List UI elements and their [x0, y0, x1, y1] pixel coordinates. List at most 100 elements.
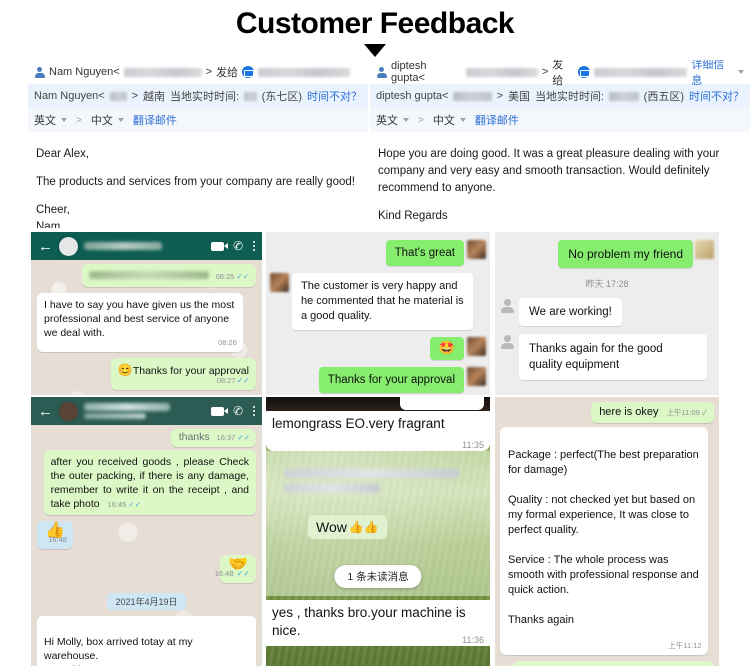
message-text: We are working! [529, 306, 612, 318]
lang-from-select[interactable]: 英文 [376, 112, 409, 128]
chat-screenshot-r1c1: ← ✆ 08:25 ✓✓ I have to say you have give… [31, 232, 262, 395]
message-text: Package : perfect(The best preparation f… [508, 449, 699, 626]
overflow-menu-icon[interactable] [252, 240, 255, 252]
email-details-label: 详细信息 [691, 60, 725, 87]
message-row: 08:25 ✓✓ [37, 264, 256, 293]
email-meta-row: Nam Nguyen< > 越南 当地实时时间: (东七区) 时间不对？ [28, 84, 368, 108]
email-details-toggle[interactable]: 详细信息 [691, 60, 744, 88]
message-text: Wow [316, 519, 347, 535]
message-text: thanks [178, 431, 210, 443]
email-meta-suffix: > [131, 90, 138, 102]
unread-messages-chip[interactable]: 1 条未读消息 [334, 565, 422, 588]
back-arrow-icon[interactable]: ← [38, 404, 53, 419]
email-meta-country: 美国 [508, 91, 531, 103]
smiley-emoji-icon: 😊 [117, 363, 133, 377]
phone-call-icon[interactable]: ✆ [233, 403, 245, 418]
chat-screenshot-r1c3: No problem my friend 昨天 17:28 We are wor… [495, 232, 719, 395]
header-actions: ✆ [211, 238, 255, 254]
mail-badge-icon [577, 66, 590, 78]
chat-screenshot-r2c3: here is okey 上午11:09 ✓ Package : perfect… [495, 397, 719, 666]
email-body-line: Kind Regards [378, 210, 448, 222]
avatar [467, 337, 486, 356]
lang-to-select[interactable]: 中文 [433, 112, 466, 128]
back-arrow-icon[interactable]: ← [38, 239, 53, 254]
email-timezone: (东七区) [261, 91, 302, 103]
chat-body: 08:25 ✓✓ I have to say you have given us… [31, 260, 262, 395]
message-text: Hi Molly, box arrived totay at my wareho… [44, 636, 193, 666]
chevron-down-icon [459, 118, 466, 122]
email-localtime-label: 当地实时时间: [535, 91, 605, 103]
message-text: I have to say you have given us the most… [44, 299, 235, 339]
chat-bubble: That's great [385, 240, 464, 266]
wrong-time-link[interactable]: 时间不对？ [689, 88, 744, 104]
email-body-line: Hope you are doing good. It was a great … [378, 148, 720, 194]
video-call-icon[interactable] [211, 406, 229, 416]
lang-arrow: > [418, 114, 424, 126]
message-text: Thanks for your approval [327, 374, 455, 386]
wrong-time-link[interactable]: 时间不对？ [307, 88, 362, 104]
chat-bubble-redacted: 08:25 ✓✓ [81, 264, 256, 287]
avatar [500, 334, 515, 349]
chat-bubble: Thanks again for the good quality equipm… [519, 334, 708, 380]
email-meta-row: diptesh gupta< > 美国 当地实时时间: (西五区) 时间不对？ [370, 84, 750, 108]
meta-address-redacted [453, 91, 492, 101]
translate-email-link[interactable]: 翻译邮件 [475, 112, 519, 128]
lang-to-select[interactable]: 中文 [91, 112, 124, 128]
overflow-menu-icon[interactable] [252, 405, 255, 417]
message-time: 16:48 ✓✓ [214, 569, 250, 578]
chat-bubble: The customer is very happy and he commen… [292, 273, 474, 330]
avatar [59, 401, 78, 421]
chevron-down-icon [61, 118, 67, 122]
email-to-label: 发给 [552, 60, 564, 87]
chat-body-over-photo: lemongrass EO.very fragrant 11:35 Wow 👍👍… [266, 397, 490, 666]
chat-body: here is okey 上午11:09 ✓ Package : perfect… [495, 397, 719, 666]
email-meta-sender: diptesh gupta< [376, 90, 449, 102]
email-body: Hope you are doing good. It was a great … [370, 132, 750, 228]
lang-arrow: > [76, 114, 82, 126]
email-sender-name: Nam Nguyen< [49, 66, 120, 78]
message-row: No problem my friend [500, 240, 714, 268]
email-body-line: The products and services from your comp… [36, 176, 355, 188]
email-body-line: Nam. [36, 221, 64, 228]
video-call-icon[interactable] [211, 241, 229, 251]
chat-bubble: 🤝 16:48 ✓✓ [215, 555, 256, 583]
message-row: Thanks for your approval [270, 367, 486, 393]
chat-bubble: here is okey 上午11:09 ✓ [591, 402, 714, 423]
chat-bubble: thank you so much for your positive comm… [512, 661, 714, 666]
date-divider: 2021年4月19日 [107, 593, 186, 610]
email-sender-row: Nam Nguyen< > 发给 [28, 60, 368, 84]
message-text: No problem my friend [568, 247, 683, 261]
email-to-label: 发给 [216, 67, 239, 79]
message-text: Thanks again for the good quality equipm… [529, 343, 663, 371]
redacted-text [284, 469, 459, 493]
email-body-line: Dear Alex, [36, 148, 90, 160]
message-text: yes , thanks bro.your machine is nice. [272, 605, 466, 638]
message-row: Hi Molly, box arrived totay at my wareho… [37, 616, 256, 666]
lang-to-value: 中文 [432, 115, 455, 127]
date-divider: 昨天 17:28 [585, 279, 629, 289]
email-sender-name: diptesh gupta< [391, 60, 427, 84]
thumbs-up-emoji-icon: 👍👍 [348, 520, 379, 534]
chevron-down-icon [403, 118, 409, 122]
message-time: 11:35 [462, 440, 484, 450]
contact-name-redacted [84, 242, 205, 250]
message-row: 🤝 16:48 ✓✓ [37, 555, 256, 589]
message-time: 08:26 [218, 338, 237, 347]
message-row: thanks 16:37 ✓✓ [37, 429, 256, 450]
chat-bubble: thanks 16:37 ✓✓ [170, 429, 256, 447]
avatar [59, 236, 78, 256]
message-row: Thanks again for the good quality equipm… [500, 334, 714, 380]
translate-email-link[interactable]: 翻译邮件 [133, 112, 177, 128]
localtime-value-redacted [609, 91, 639, 101]
email-timezone: (西五区) [643, 91, 684, 103]
message-time: 16:48 [48, 535, 67, 544]
message-row: here is okey 上午11:09 ✓ [500, 402, 714, 427]
star-struck-emoji-icon: 🤩 [438, 340, 455, 355]
mail-badge-icon [242, 66, 255, 78]
person-icon [376, 66, 387, 78]
message-time: 上午11:12 [668, 641, 702, 650]
phone-call-icon[interactable]: ✆ [233, 238, 245, 253]
email-card-nam-nguyen: Nam Nguyen< > 发给 Nam Nguyen< > 越南 当地实时时间… [28, 60, 368, 228]
lang-from-select[interactable]: 英文 [34, 112, 67, 128]
message-row: The customer is very happy and he commen… [270, 273, 486, 330]
